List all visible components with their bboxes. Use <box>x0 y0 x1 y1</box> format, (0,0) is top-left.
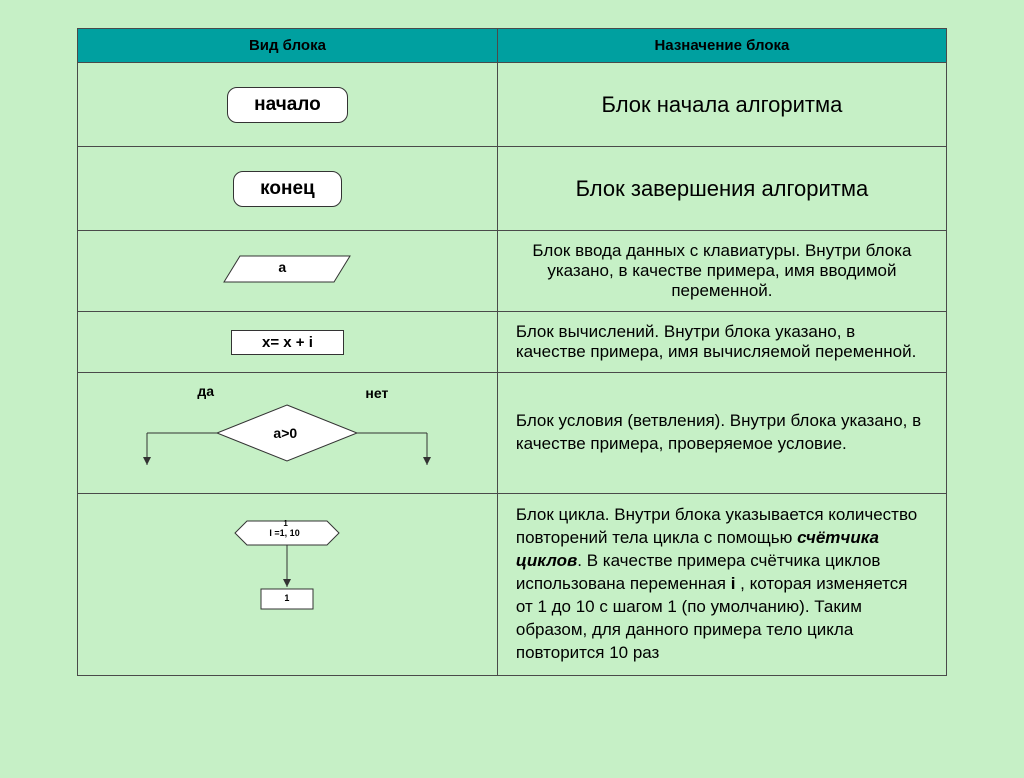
decision-yes-label: да <box>197 383 214 399</box>
desc-end: Блок завершения алгоритма <box>497 147 946 231</box>
input-parallelogram-shape: a <box>222 254 352 289</box>
decision-condition-label: a>0 <box>273 425 297 441</box>
flowchart-blocks-table: Вид блока Назначение блока начало Блок н… <box>77 28 947 676</box>
header-block-type: Вид блока <box>78 29 498 63</box>
process-rect-shape: x= x + i <box>231 330 344 355</box>
decision-diamond-shape: да нет a>0 <box>107 383 467 483</box>
table-row: a Блок ввода данных с клавиатуры. Внутри… <box>78 231 947 312</box>
loop-top-label: 1 <box>283 519 287 528</box>
table-row: начало Блок начала алгоритма <box>78 63 947 147</box>
terminator-start-shape: начало <box>227 87 348 123</box>
desc-input: Блок ввода данных с клавиатуры. Внутри б… <box>497 231 946 312</box>
table-row: x= x + i Блок вычислений. Внутри блока у… <box>78 312 947 373</box>
loop-block-shape: 1 I =1, 10 1 <box>207 509 367 659</box>
loop-range-label: I =1, 10 <box>269 528 299 538</box>
table-row: конец Блок завершения алгоритма <box>78 147 947 231</box>
table-header-row: Вид блока Назначение блока <box>78 29 947 63</box>
desc-process: Блок вычислений. Внутри блока указано, в… <box>497 312 946 373</box>
table-row: да нет a>0 Блок условия (ветвления). Вну… <box>78 373 947 494</box>
decision-no-label: нет <box>365 385 388 401</box>
desc-loop: Блок цикла. Внутри блока указывается кол… <box>497 494 946 676</box>
loop-body-label: 1 <box>284 593 289 603</box>
desc-start: Блок начала алгоритма <box>497 63 946 147</box>
terminator-end-shape: конец <box>233 171 342 207</box>
desc-decision: Блок условия (ветвления). Внутри блока у… <box>497 373 946 494</box>
header-block-purpose: Назначение блока <box>497 29 946 63</box>
input-label: a <box>278 259 286 275</box>
table-row: 1 I =1, 10 1 Блок цикла. Внутри блока ук… <box>78 494 947 676</box>
